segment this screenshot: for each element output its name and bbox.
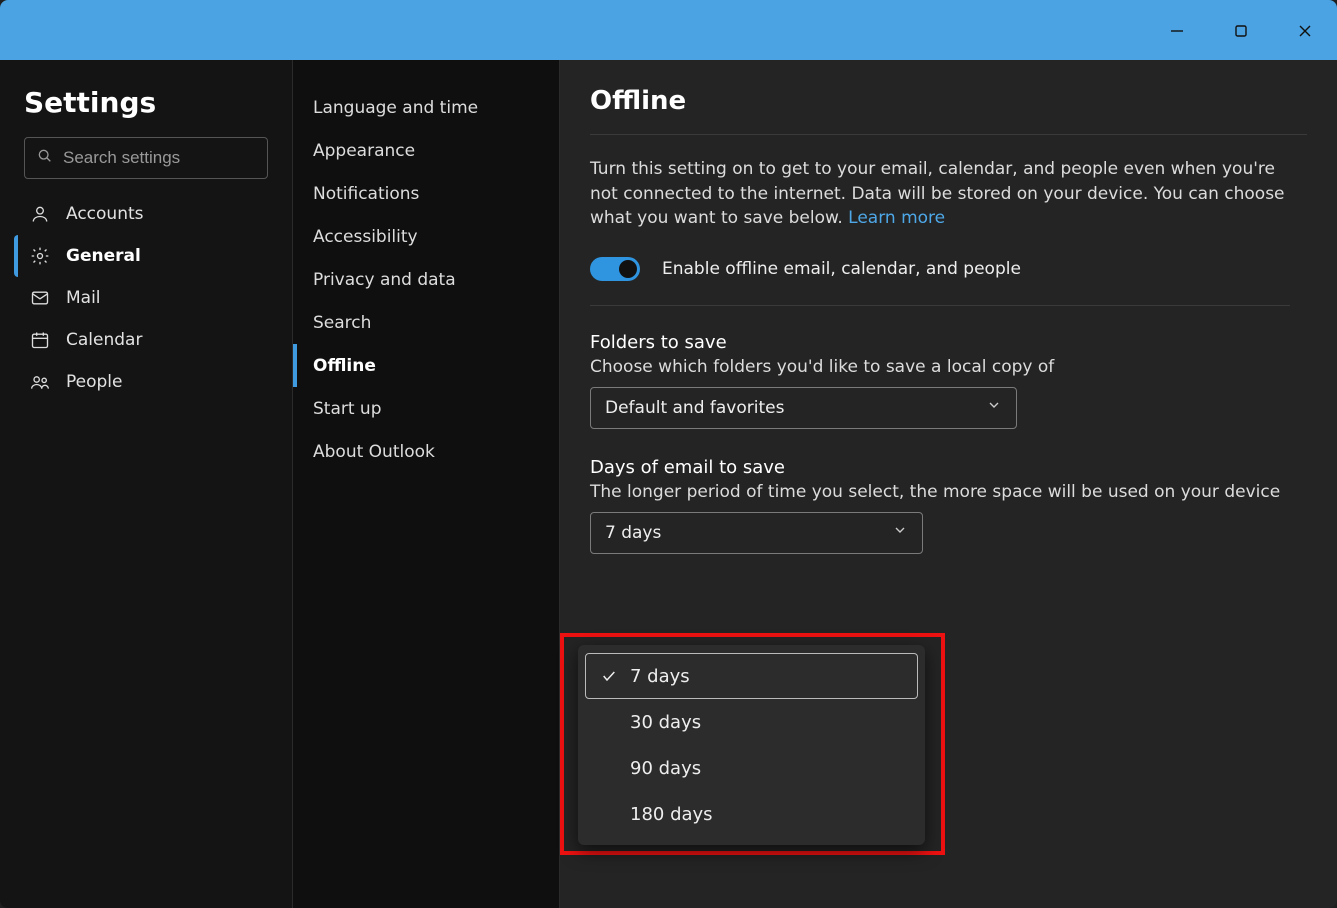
calendar-icon — [30, 330, 50, 350]
subnav-item-accessibility[interactable]: Accessibility — [293, 215, 559, 258]
enable-offline-toggle[interactable] — [590, 257, 640, 281]
subnav-item-privacy-and-data[interactable]: Privacy and data — [293, 258, 559, 301]
people-icon — [30, 372, 50, 392]
search-input[interactable] — [63, 148, 284, 168]
subnav-label: Language and time — [313, 98, 478, 118]
maximize-button[interactable] — [1209, 16, 1273, 46]
subnav-label: About Outlook — [313, 442, 435, 462]
offline-description: Turn this setting on to get to your emai… — [590, 157, 1290, 231]
sidebar-item-people[interactable]: People — [14, 361, 278, 403]
close-button[interactable] — [1273, 16, 1337, 46]
gear-icon — [30, 246, 50, 266]
days-option-7[interactable]: 7 days — [585, 653, 918, 699]
days-hint: The longer period of time you select, th… — [590, 482, 1307, 502]
option-label: 90 days — [630, 758, 701, 779]
subnav-label: Appearance — [313, 141, 415, 161]
enable-offline-label: Enable offline email, calendar, and peop… — [662, 259, 1021, 279]
days-option-30[interactable]: 30 days — [585, 699, 918, 745]
days-to-save-section: Days of email to save The longer period … — [590, 457, 1307, 554]
check-icon — [600, 668, 618, 684]
toggle-knob — [619, 260, 637, 278]
subnav-item-start-up[interactable]: Start up — [293, 387, 559, 430]
search-settings-field[interactable] — [24, 137, 268, 179]
subnav-label: Start up — [313, 399, 382, 419]
sidebar-item-accounts[interactable]: Accounts — [14, 193, 278, 235]
enable-offline-row: Enable offline email, calendar, and peop… — [590, 257, 1307, 281]
divider — [590, 305, 1290, 306]
folders-label: Folders to save — [590, 332, 1307, 353]
folders-select-value: Default and favorites — [605, 398, 784, 418]
subnav-item-about-outlook[interactable]: About Outlook — [293, 430, 559, 473]
window-body: Settings Accounts General — [0, 60, 1337, 908]
option-label: 7 days — [630, 666, 690, 687]
subnav-label: Notifications — [313, 184, 419, 204]
chevron-down-icon — [986, 397, 1002, 418]
folders-hint: Choose which folders you'd like to save … — [590, 357, 1307, 377]
settings-content: Offline Turn this setting on to get to y… — [560, 60, 1337, 908]
subnav-item-appearance[interactable]: Appearance — [293, 129, 559, 172]
sidebar-item-general[interactable]: General — [14, 235, 278, 277]
subnav-item-search[interactable]: Search — [293, 301, 559, 344]
days-option-90[interactable]: 90 days — [585, 745, 918, 791]
subnav-item-language-and-time[interactable]: Language and time — [293, 86, 559, 129]
page-title: Offline — [590, 86, 1307, 116]
settings-title: Settings — [14, 86, 278, 137]
subnav-label: Search — [313, 313, 371, 333]
learn-more-link[interactable]: Learn more — [848, 208, 945, 228]
titlebar — [0, 0, 1337, 60]
folders-select[interactable]: Default and favorites — [590, 387, 1017, 429]
subnav-label: Accessibility — [313, 227, 418, 247]
days-select-value: 7 days — [605, 523, 661, 543]
settings-sidebar-secondary: Language and time Appearance Notificatio… — [292, 60, 560, 908]
sidebar-item-label: General — [66, 246, 141, 266]
sidebar-item-label: Calendar — [66, 330, 142, 350]
days-option-180[interactable]: 180 days — [585, 791, 918, 837]
subnav-label: Privacy and data — [313, 270, 456, 290]
person-icon — [30, 204, 50, 224]
sidebar-item-label: Accounts — [66, 204, 144, 224]
settings-window: Settings Accounts General — [0, 0, 1337, 908]
divider — [590, 134, 1307, 135]
minimize-button[interactable] — [1145, 16, 1209, 46]
subnav-item-notifications[interactable]: Notifications — [293, 172, 559, 215]
sidebar-item-label: Mail — [66, 288, 101, 308]
sidebar-item-mail[interactable]: Mail — [14, 277, 278, 319]
sidebar-item-label: People — [66, 372, 122, 392]
days-label: Days of email to save — [590, 457, 1307, 478]
subnav-label: Offline — [313, 356, 376, 376]
search-icon — [37, 148, 53, 168]
days-dropdown: 7 days 30 days 90 days 180 days — [578, 645, 925, 845]
sidebar-item-calendar[interactable]: Calendar — [14, 319, 278, 361]
chevron-down-icon — [892, 522, 908, 543]
days-select[interactable]: 7 days — [590, 512, 923, 554]
subnav-item-offline[interactable]: Offline — [293, 344, 559, 387]
highlight-box: 7 days 30 days 90 days 180 days — [560, 633, 945, 855]
option-label: 30 days — [630, 712, 701, 733]
settings-sidebar-primary: Settings Accounts General — [0, 60, 292, 908]
folders-to-save-section: Folders to save Choose which folders you… — [590, 332, 1307, 429]
option-label: 180 days — [630, 804, 713, 825]
mail-icon — [30, 288, 50, 308]
